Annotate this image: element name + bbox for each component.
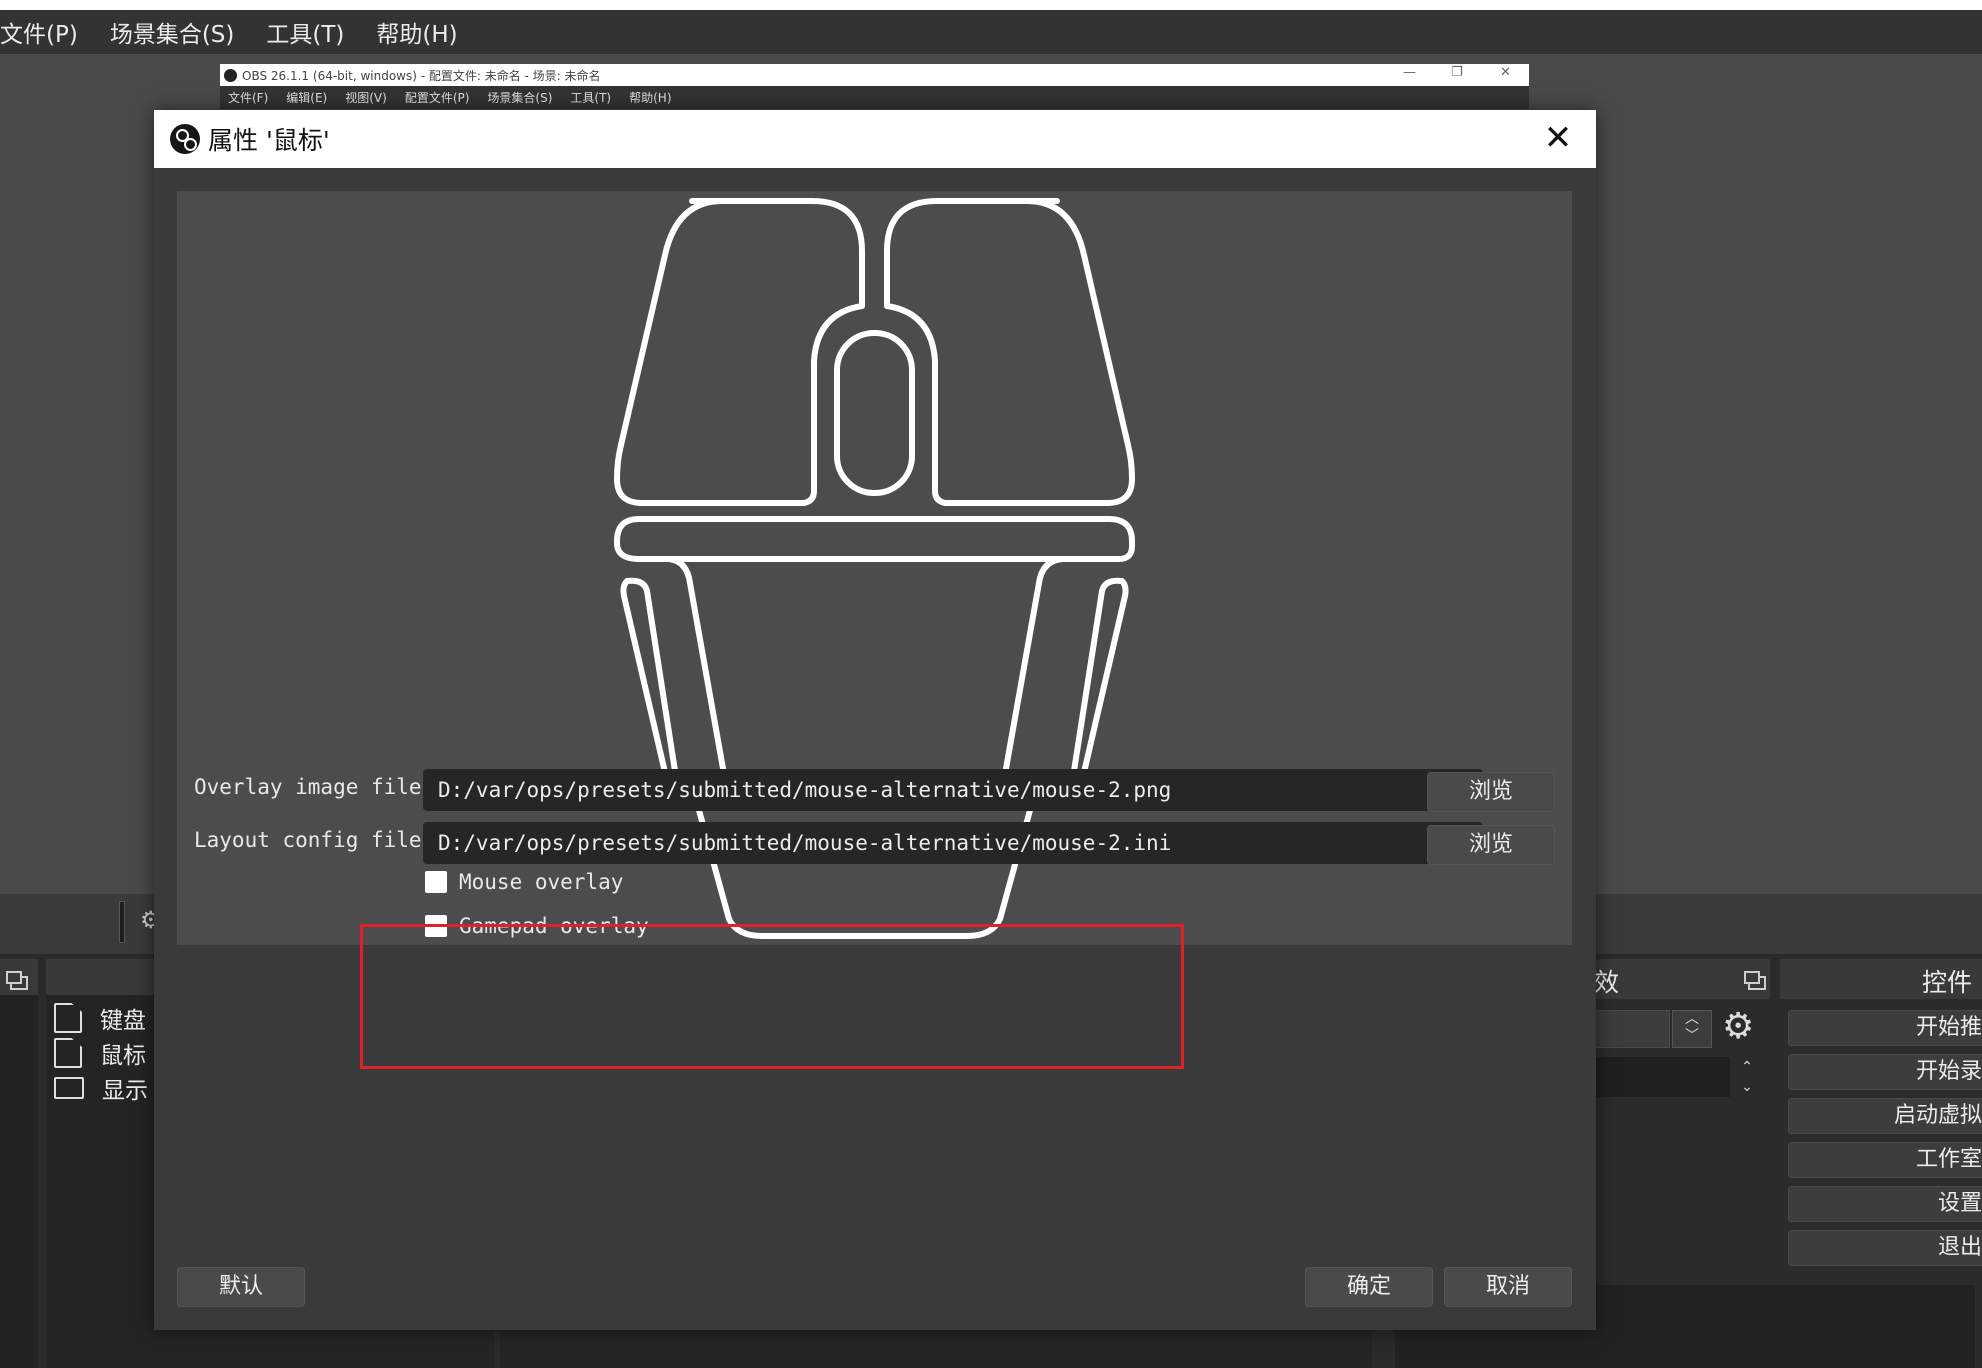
annotation-highlight-box (360, 924, 1184, 1069)
monitor-icon (54, 1077, 84, 1099)
settings-button[interactable]: 设置 (1788, 1186, 1982, 1222)
source-item-mouse[interactable]: 鼠标 (54, 1036, 146, 1070)
left-grip-outline (620, 577, 678, 788)
undock-icon[interactable] (1744, 971, 1766, 990)
inner-menu-help[interactable]: 帮助(H) (629, 89, 671, 106)
inner-menubar: 文件(F) 编辑(E) 视图(V) 配置文件(P) 场景集合(S) 工具(T) … (220, 86, 1529, 109)
source-item-keyboard[interactable]: 键盘 (54, 1001, 146, 1035)
source-label: 鼠标 (100, 1043, 146, 1069)
overlay-browse-button[interactable]: 浏览 (1427, 772, 1555, 812)
ok-button[interactable]: 确定 (1305, 1267, 1433, 1307)
inner-menu-profile[interactable]: 配置文件(P) (405, 89, 470, 106)
undock-icon[interactable] (6, 971, 28, 990)
gear-icon[interactable]: ⚙ (1722, 1006, 1754, 1047)
restore-icon[interactable]: ❐ (1451, 65, 1463, 80)
overlay-image-file-input[interactable] (423, 769, 1483, 811)
obs-logo-icon (224, 68, 237, 82)
left-button-outline (614, 198, 865, 506)
dialog-titlebar: 属性 '鼠标' ✕ (154, 110, 1596, 168)
close-icon[interactable]: ✕ (1538, 119, 1578, 159)
main-menubar: 文件(P) 场景集合(S) 工具(T) 帮助(H) (0, 10, 1982, 54)
inner-menu-view[interactable]: 视图(V) (345, 89, 387, 106)
chevron-updown-icon[interactable]: ⌃ ⌄ (1732, 1057, 1762, 1097)
mouse-overlay-label: Mouse overlay (459, 870, 624, 894)
layout-browse-button[interactable]: 浏览 (1427, 825, 1555, 865)
dialog-title: 属性 '鼠标' (208, 126, 330, 155)
filters-dock-title: 效 (1594, 968, 1620, 997)
properties-dialog: 属性 '鼠标' ✕ Overlay image file D:/var/ops/… (154, 110, 1596, 1330)
file-icon (54, 1003, 82, 1033)
source-label: 显示 (102, 1078, 148, 1104)
minimize-icon[interactable]: — (1403, 65, 1416, 80)
obs-logo-icon (170, 124, 200, 154)
transition-spinner[interactable]: ︿ ﹀ (1672, 1010, 1712, 1048)
inner-menu-edit[interactable]: 编辑(E) (286, 89, 327, 106)
right-grip-outline (1071, 577, 1129, 788)
cancel-button[interactable]: 取消 (1444, 1267, 1572, 1307)
start-streaming-button[interactable]: 开始推 (1788, 1010, 1982, 1046)
studio-mode-button[interactable]: 工作室 (1788, 1142, 1982, 1178)
source-label: 键盘 (100, 1008, 146, 1034)
screen-top-strip (0, 0, 1982, 10)
splitter-handle[interactable] (119, 901, 125, 943)
menu-profile[interactable]: 文件(P) (0, 15, 94, 49)
menu-tools[interactable]: 工具(T) (250, 15, 360, 49)
inner-titlebar: OBS 26.1.1 (64-bit, windows) - 配置文件: 未命名… (220, 64, 1529, 86)
file-icon (54, 1038, 82, 1068)
scroll-wheel-outline (834, 330, 915, 496)
overlay-image-file-label: Overlay image file (194, 775, 422, 799)
body-outline (636, 556, 1092, 939)
start-recording-button[interactable]: 开始录 (1788, 1054, 1982, 1090)
controls-dock-title: 控件 (1922, 968, 1973, 997)
start-virtual-camera-button[interactable]: 启动虚拟 (1788, 1098, 1982, 1134)
exit-button[interactable]: 退出 (1788, 1230, 1982, 1266)
defaults-button[interactable]: 默认 (177, 1267, 305, 1307)
inner-menu-scene-collection[interactable]: 场景集合(S) (487, 89, 552, 106)
menu-scene-collection[interactable]: 场景集合(S) (94, 15, 251, 49)
layout-config-file-label: Layout config file (194, 828, 422, 852)
source-item-display[interactable]: 显示 (54, 1071, 148, 1105)
layout-config-file-input[interactable] (423, 822, 1483, 864)
close-icon[interactable]: ✕ (1500, 65, 1511, 80)
inner-obs-window: OBS 26.1.1 (64-bit, windows) - 配置文件: 未命名… (220, 64, 1529, 109)
menu-help[interactable]: 帮助(H) (360, 15, 473, 49)
scenes-list (0, 995, 38, 1368)
inner-menu-file[interactable]: 文件(F) (228, 89, 268, 106)
mouse-overlay-checkbox-row[interactable]: Mouse overlay (425, 870, 623, 894)
body-top-outline (614, 516, 1135, 562)
inner-window-title: OBS 26.1.1 (64-bit, windows) - 配置文件: 未命名… (242, 68, 601, 83)
inner-menu-tools[interactable]: 工具(T) (570, 89, 611, 106)
right-button-outline (884, 198, 1135, 506)
mouse-overlay-checkbox[interactable] (425, 871, 447, 893)
